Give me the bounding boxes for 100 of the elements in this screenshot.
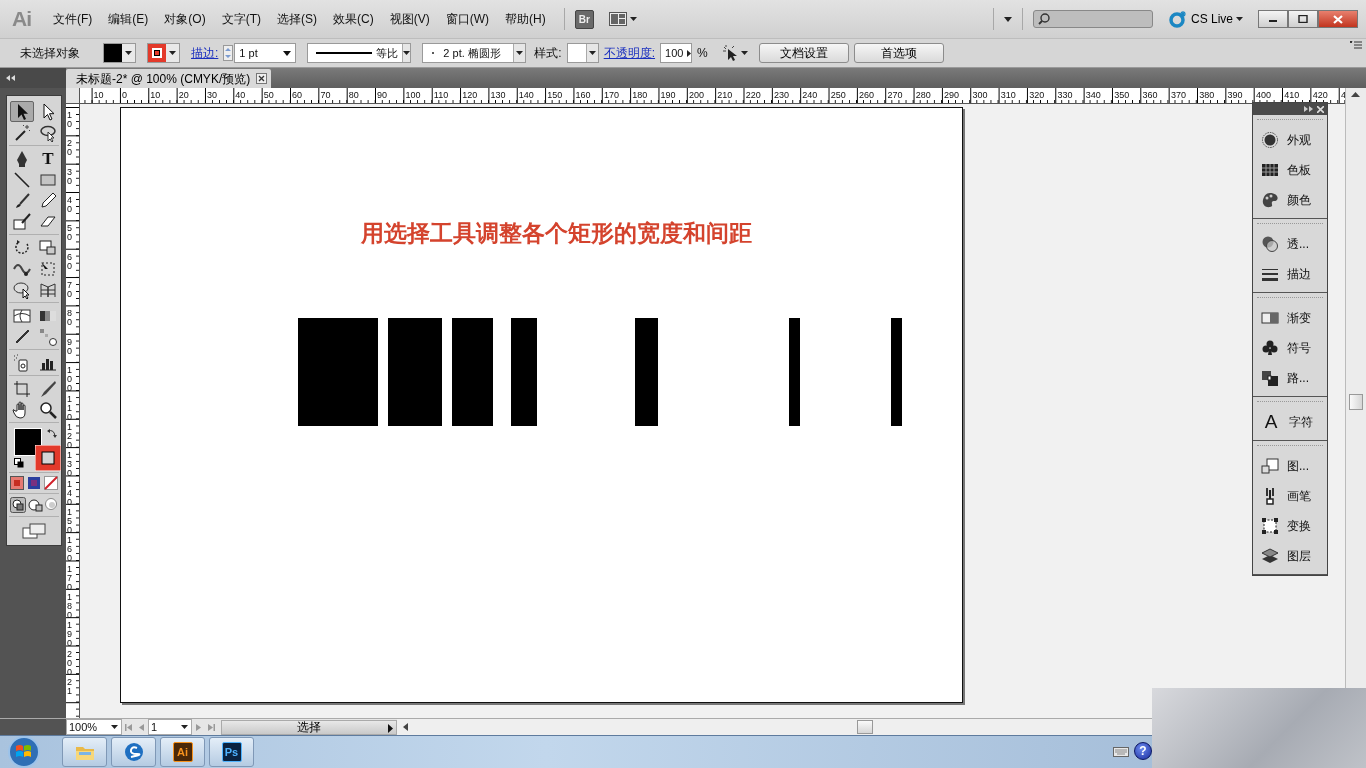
panel-menu-icon[interactable]: [1350, 41, 1362, 50]
menu-item[interactable]: 对象(O): [156, 8, 214, 30]
ruler-label: 40: [235, 90, 246, 100]
scrollbar-thumb[interactable]: [1349, 394, 1363, 410]
stroke-link[interactable]: 描边:: [191, 44, 219, 62]
layout-icon: [608, 12, 627, 26]
selection-status: 未选择对象: [20, 45, 80, 62]
menu-item[interactable]: 编辑(E): [100, 8, 157, 30]
toolbar-button[interactable]: 文档设置: [758, 43, 849, 63]
gradient-mode-icon[interactable]: [27, 476, 41, 490]
cs-live-button[interactable]: CS Live: [1164, 10, 1246, 28]
fill-color-button[interactable]: [103, 43, 136, 63]
ruler-corner[interactable]: [66, 88, 80, 103]
ruler-label: 100: [405, 90, 421, 100]
fill-swatch[interactable]: [14, 428, 42, 456]
ruler-label: 20: [67, 139, 73, 158]
none-mode-icon[interactable]: [43, 476, 58, 490]
ruler-label: 170: [67, 564, 73, 592]
toolbar-button[interactable]: 首选项: [853, 43, 944, 63]
swirl-icon[interactable]: [111, 737, 156, 767]
search-field[interactable]: [1032, 10, 1153, 28]
restore-button[interactable]: [1288, 10, 1318, 28]
scroll-up-icon[interactable]: [1351, 92, 1360, 97]
blob-brush-icon[interactable]: [10, 211, 34, 232]
ruler-label: 120: [462, 90, 478, 100]
app-button[interactable]: Ps: [209, 737, 254, 767]
percent-sign: %: [697, 45, 708, 62]
stroke-profile-dropdown[interactable]: 等比: [307, 43, 412, 63]
ruler-label: 70: [320, 90, 331, 100]
document-tab[interactable]: 未标题-2* @ 100% (CMYK/预览): [66, 69, 272, 88]
app-button[interactable]: Ai: [160, 737, 205, 767]
type-tool-button[interactable]: T: [36, 148, 60, 169]
graphic-style-dropdown[interactable]: [566, 43, 599, 63]
brush-dropdown[interactable]: 2 pt. 椭圆形: [422, 43, 527, 63]
ruler-label: 20: [178, 90, 189, 100]
ruler-label: 270: [887, 90, 903, 100]
panel-button[interactable]: 图层: [1253, 541, 1327, 571]
panel-button[interactable]: 透...: [1253, 229, 1327, 259]
ruler-label: 0: [121, 90, 127, 100]
panel-button[interactable]: 路...: [1253, 363, 1327, 393]
menu-item[interactable]: 效果(C): [325, 8, 382, 30]
ruler-label: 60: [292, 90, 303, 100]
stroke-swatch[interactable]: [35, 445, 61, 471]
draw-behind-icon[interactable]: [27, 497, 43, 513]
status-menu[interactable]: 选择: [221, 719, 397, 735]
menu-item[interactable]: 窗口(W): [437, 8, 497, 30]
color-mode-icon[interactable]: [10, 476, 25, 490]
menu-item[interactable]: 文件(F): [45, 8, 101, 30]
keyboard-icon: [1113, 745, 1129, 757]
menu-item[interactable]: 视图(V): [381, 8, 438, 30]
stroke-color-button[interactable]: [147, 43, 180, 63]
ruler-label: 380: [1199, 90, 1215, 100]
menu-item[interactable]: 帮助(H): [497, 8, 554, 30]
panel-button[interactable]: A 字符: [1253, 407, 1327, 437]
ruler-label: 390: [1227, 90, 1243, 100]
app-logo: Ai: [12, 6, 31, 33]
panel-button[interactable]: 颜色: [1253, 185, 1327, 215]
ruler-label: 310: [1000, 90, 1016, 100]
collapse-icon[interactable]: [6, 75, 15, 81]
panel-button[interactable]: 色板: [1253, 155, 1327, 185]
ruler-label: 130: [67, 451, 73, 479]
menu-item[interactable]: 文字(T): [213, 8, 269, 30]
overlap-circles-icon: [1261, 235, 1279, 253]
screen-mode-icon[interactable]: [22, 523, 46, 539]
minimize-button[interactable]: [1258, 10, 1288, 28]
ruler-label: 40: [67, 196, 73, 215]
ruler-label: 420: [1312, 90, 1328, 100]
ruler-label: 260: [859, 90, 875, 100]
appearance-icon: [1261, 131, 1279, 149]
caret-icon: [169, 51, 176, 55]
opacity-link[interactable]: 不透明度:: [603, 44, 656, 62]
ruler-label: 90: [67, 337, 73, 356]
panel-button[interactable]: 描边: [1253, 259, 1327, 289]
bridge-button[interactable]: Br: [574, 9, 594, 29]
scroll-left-icon[interactable]: [403, 723, 408, 731]
ruler-label: 120: [67, 422, 73, 450]
panel-button[interactable]: 渐变: [1253, 303, 1327, 333]
zoom-field[interactable]: 100%: [66, 719, 122, 735]
panel-button[interactable]: 画笔: [1253, 481, 1327, 511]
swap-arrow-icon[interactable]: [47, 428, 57, 438]
close-button[interactable]: [1318, 10, 1358, 28]
menu-item[interactable]: 选择(S): [269, 8, 325, 30]
scrollbar-thumb[interactable]: [857, 720, 873, 734]
page-field[interactable]: 1: [148, 719, 192, 735]
expand-icon[interactable]: [1304, 106, 1313, 112]
panel-button[interactable]: 符号: [1253, 333, 1327, 363]
ruler-label: 140: [518, 90, 534, 100]
opacity-field[interactable]: 100: [660, 43, 693, 63]
ring-icon: [1167, 10, 1188, 28]
ruler-label: 100: [67, 366, 73, 394]
panel-button[interactable]: 外观: [1253, 125, 1327, 155]
caret-icon[interactable]: [1003, 16, 1012, 22]
gradient-icon: [1261, 309, 1279, 327]
panel-button[interactable]: 变换: [1253, 511, 1327, 541]
caret-icon: [740, 51, 748, 55]
stroke-weight-field[interactable]: 1 pt: [234, 43, 297, 63]
draw-normal-icon[interactable]: [9, 497, 26, 513]
panel-button[interactable]: 图...: [1253, 451, 1327, 481]
close-icon[interactable]: [256, 73, 268, 84]
default-colors-icon[interactable]: [14, 458, 24, 468]
